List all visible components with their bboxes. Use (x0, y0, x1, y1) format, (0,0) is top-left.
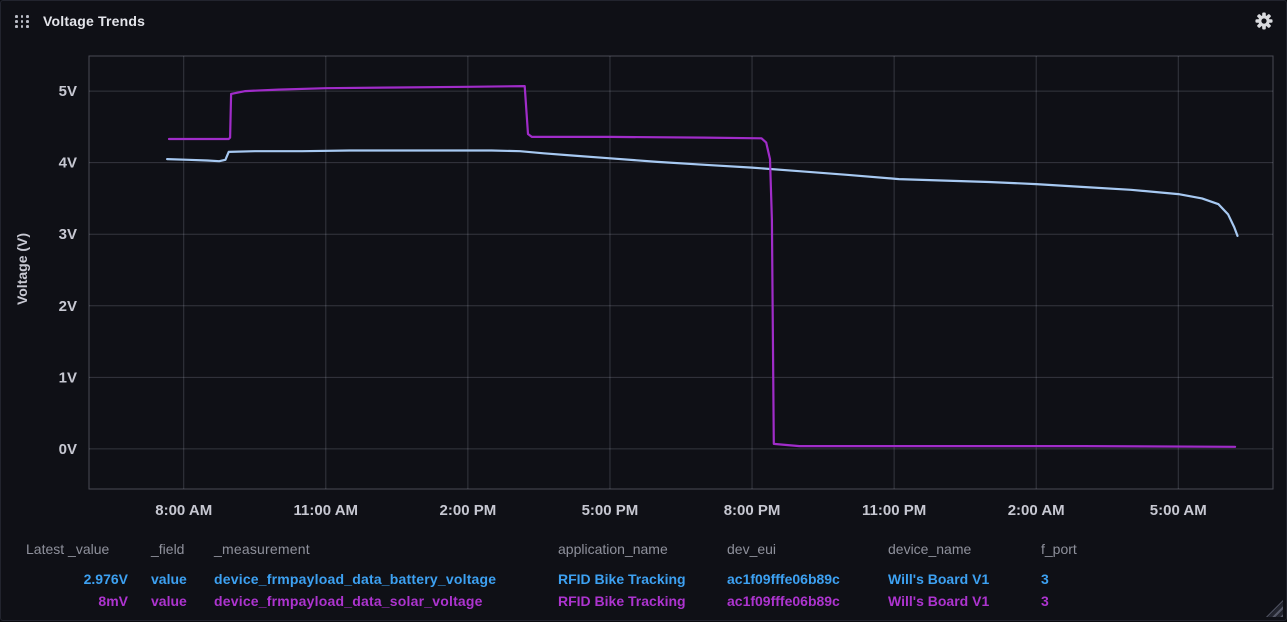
device-name-value: Will's Board V1 (888, 569, 989, 589)
col-measurement[interactable]: _measurement (214, 539, 310, 559)
y-tick-label: 3V (59, 226, 77, 243)
application-name-value: RFID Bike Tracking (558, 569, 686, 589)
legend-table: Latest _value _field _measurement applic… (1, 535, 1286, 622)
plot-border (89, 56, 1273, 489)
application-name-value: RFID Bike Tracking (558, 591, 686, 611)
y-tick-label: 5V (59, 83, 77, 100)
latest-value: 8mV (1, 591, 128, 611)
x-tick-label: 5:00 AM (1150, 502, 1207, 519)
x-tick-label: 2:00 PM (440, 502, 497, 519)
col-field[interactable]: _field (151, 539, 184, 559)
device-name-value: Will's Board V1 (888, 591, 989, 611)
y-tick-label: 1V (59, 369, 77, 386)
latest-value: 2.976V (1, 569, 128, 589)
col-dev-eui[interactable]: dev_eui (727, 539, 776, 559)
dev-eui-value: ac1f09fffe06b89c (727, 591, 840, 611)
y-tick-label: 4V (59, 155, 77, 172)
f-port-value: 3 (1041, 591, 1049, 611)
legend-row-solar[interactable]: 8mV value device_frmpayload_data_solar_v… (1, 591, 1286, 611)
x-tick-label: 11:00 PM (862, 502, 926, 519)
field-value: value (151, 569, 187, 589)
legend-row-battery[interactable]: 2.976V value device_frmpayload_data_batt… (1, 569, 1286, 589)
y-tick-label: 2V (59, 298, 77, 315)
x-tick-label: 2:00 AM (1008, 502, 1065, 519)
measurement-value: device_frmpayload_data_battery_voltage (214, 569, 496, 589)
col-application-name[interactable]: application_name (558, 539, 668, 559)
legend-header-row: Latest _value _field _measurement applic… (1, 539, 1286, 559)
y-axis-title: Voltage (V) (14, 214, 30, 324)
series-line-device_frmpayload_data_battery_voltage[interactable] (167, 151, 1237, 236)
x-tick-label: 5:00 PM (582, 502, 639, 519)
x-tick-label: 8:00 AM (155, 502, 212, 519)
col-latest-value[interactable]: Latest _value (26, 539, 128, 559)
field-value: value (151, 591, 187, 611)
time-series-chart[interactable]: 0V 1V 2V 3V 4V 5V 8:00 AM 11:00 AM 2:00 PM 5:00 P… (1, 1, 1287, 531)
f-port-value: 3 (1041, 569, 1049, 589)
series-line-device_frmpayload_data_solar_voltage[interactable] (169, 86, 1235, 447)
y-tick-label: 0V (59, 441, 77, 458)
x-tick-label: 8:00 PM (724, 502, 781, 519)
col-device-name[interactable]: device_name (888, 539, 971, 559)
x-tick-label: 11:00 AM (294, 502, 358, 519)
voltage-trends-panel: Voltage Trends 0V1V2V3V4V5V8:00 AM11:00 … (0, 0, 1287, 621)
col-f-port[interactable]: f_port (1041, 539, 1077, 559)
dev-eui-value: ac1f09fffe06b89c (727, 569, 840, 589)
measurement-value: device_frmpayload_data_solar_voltage (214, 591, 483, 611)
